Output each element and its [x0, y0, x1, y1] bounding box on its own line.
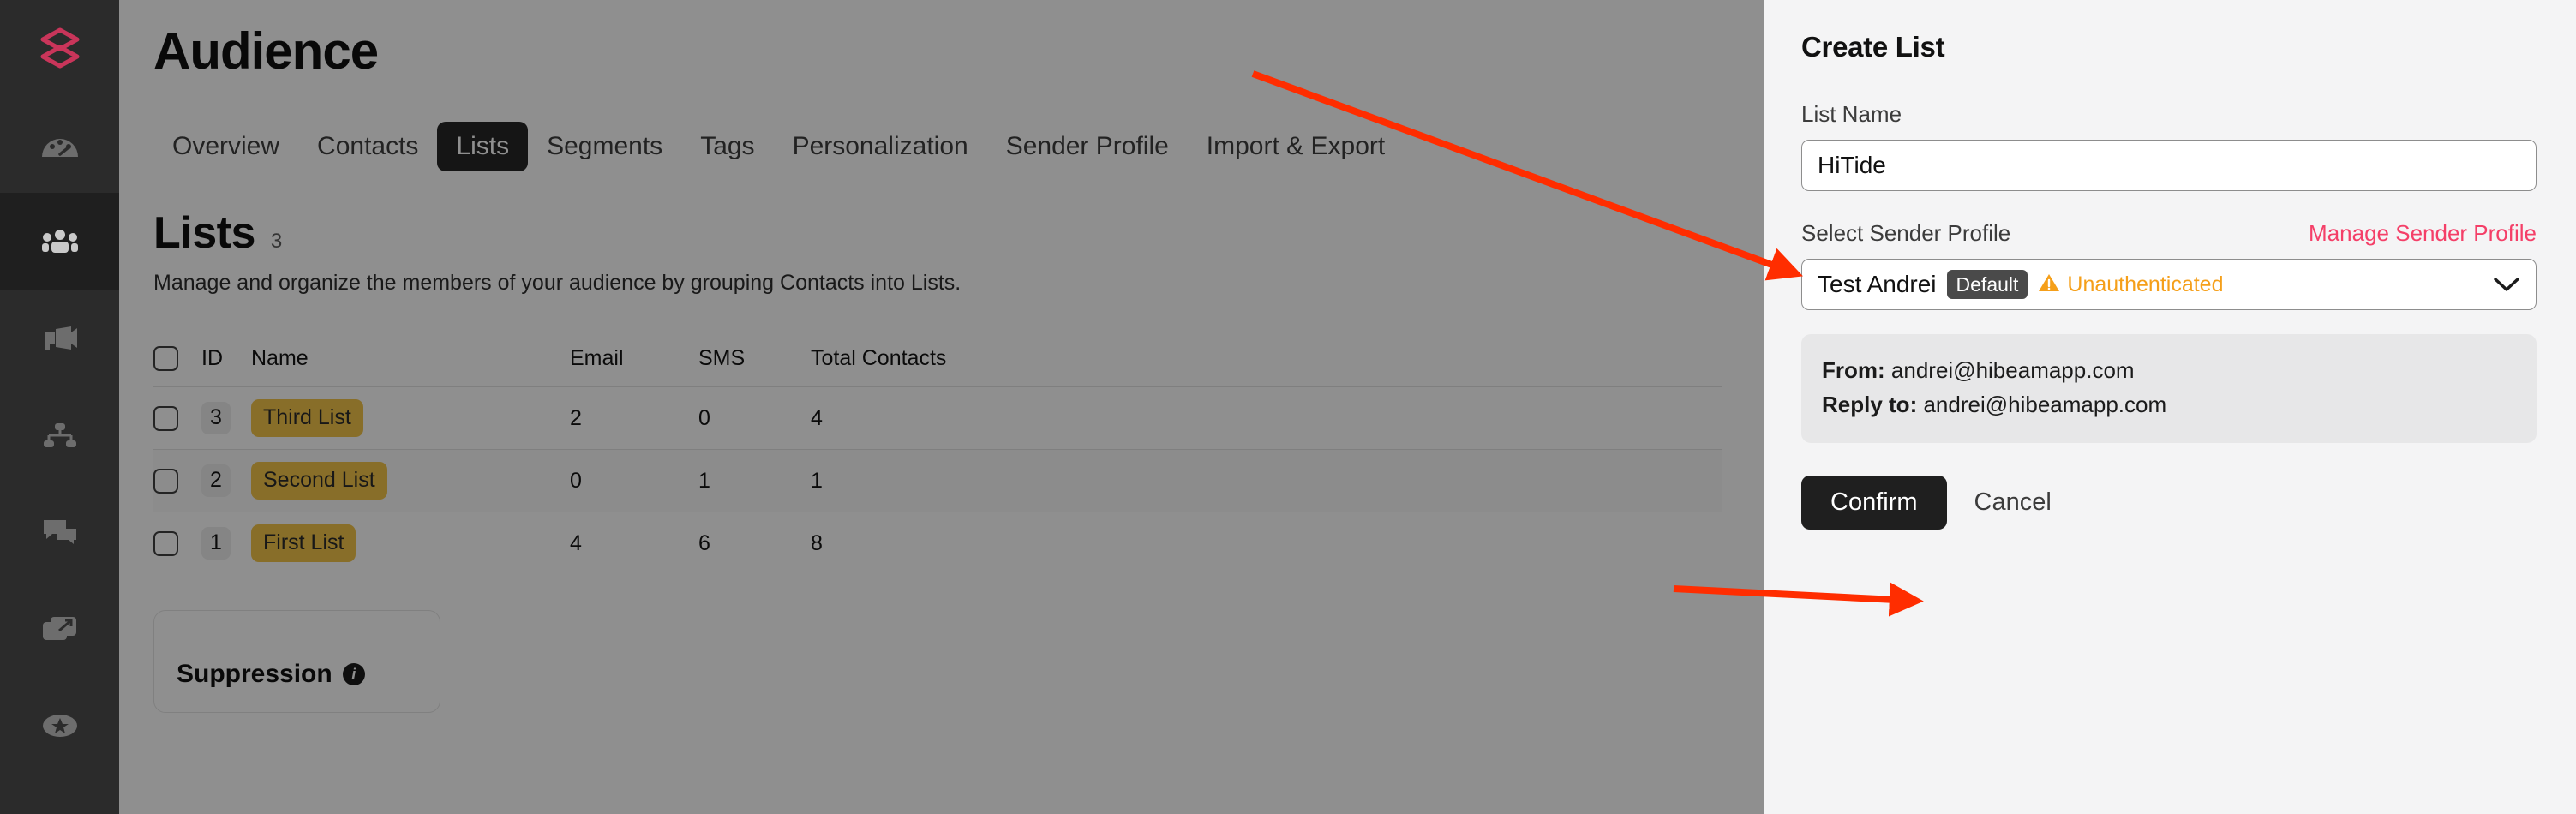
default-badge: Default	[1946, 269, 2028, 300]
sender-profile-label: Select Sender Profile	[1801, 220, 2011, 246]
manage-sender-profile-link[interactable]: Manage Sender Profile	[2309, 220, 2537, 247]
cancel-button[interactable]: Cancel	[1974, 489, 2052, 515]
unauthenticated-label: Unauthenticated	[2067, 272, 2224, 296]
sender-profile-select[interactable]: Test Andrei Default Unauthenticated	[1801, 259, 2537, 310]
sidebar-item-automation[interactable]	[0, 386, 119, 483]
confirm-button[interactable]: Confirm	[1801, 475, 1947, 530]
dashboard-gauge-icon	[40, 131, 80, 159]
list-name-label: List Name	[1801, 101, 1902, 127]
hibeam-logo[interactable]	[0, 0, 119, 96]
reply-to-label: Reply to:	[1822, 392, 1918, 418]
sidebar-item-media[interactable]	[0, 580, 119, 677]
unauthenticated-status: Unauthenticated	[2038, 272, 2224, 297]
drawer-title: Create List	[1801, 31, 1945, 63]
list-name-value: HiTide	[1818, 152, 1886, 178]
rewards-badge-icon	[42, 714, 78, 738]
sidebar-item-conversations[interactable]	[0, 483, 119, 580]
audience-people-icon	[41, 229, 79, 254]
media-library-icon	[42, 616, 78, 642]
sender-profile-name: Test Andrei	[1818, 271, 1937, 297]
app-root: Audience Overview Contacts Lists Segment…	[0, 0, 2576, 814]
reply-to-line: Reply to: andrei@hibeamapp.com	[1822, 387, 2516, 422]
create-list-drawer: Create List List Name HiTide Select Send…	[1764, 0, 2576, 814]
sidebar-item-rewards[interactable]	[0, 677, 119, 774]
campaign-megaphone-icon	[42, 326, 78, 351]
conversations-chat-icon	[42, 519, 78, 545]
sidebar-item-audience[interactable]	[0, 193, 119, 290]
drawer-actions: Confirm Cancel	[1801, 475, 2538, 530]
modal-backdrop-overlay[interactable]	[119, 0, 1764, 814]
warning-triangle-icon	[2038, 272, 2060, 297]
sidebar-item-dashboard[interactable]	[0, 96, 119, 193]
from-value: andrei@hibeamapp.com	[1890, 357, 2135, 383]
sender-details-box: From: andrei@hibeamapp.com Reply to: and…	[1801, 334, 2537, 443]
from-line: From: andrei@hibeamapp.com	[1822, 353, 2516, 387]
sender-profile-row: Select Sender Profile Manage Sender Prof…	[1801, 220, 2537, 247]
reply-to-value: andrei@hibeamapp.com	[1923, 392, 2167, 418]
automation-flow-icon	[43, 422, 77, 448]
from-label: From:	[1822, 357, 1885, 383]
sidebar-nav	[0, 0, 119, 814]
list-name-input[interactable]: HiTide	[1801, 140, 2537, 191]
sidebar-item-campaigns[interactable]	[0, 290, 119, 386]
chevron-down-icon[interactable]	[2493, 276, 2520, 293]
